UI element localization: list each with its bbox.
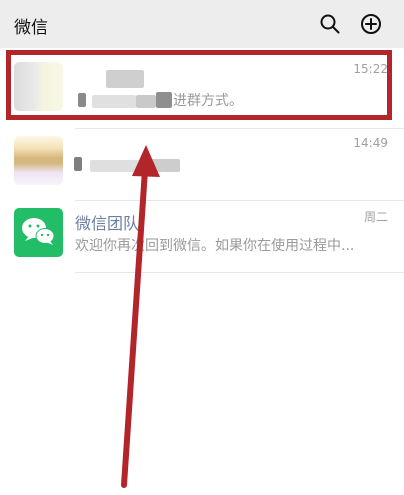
plus-circle-icon <box>359 12 383 36</box>
blurred-preview-part <box>145 159 180 172</box>
chat-preview: 欢迎你再次回到微信。如果你在使用过程中... <box>75 238 355 254</box>
chat-time: 15:22 <box>353 62 388 76</box>
page-title: 微信 <box>14 18 48 38</box>
chat-time: 14:49 <box>353 136 388 150</box>
chat-time: 周二 <box>363 210 388 224</box>
search-button[interactable] <box>318 12 342 36</box>
add-button[interactable] <box>359 12 383 36</box>
chat-list: 15:22 进群方式。 14:49 微信团队 周二 欢迎你再次回到微信。如果你在… <box>0 48 404 495</box>
blurred-preview-part <box>74 157 82 171</box>
avatar <box>14 136 63 185</box>
chat-preview: 进群方式。 <box>173 93 243 109</box>
chat-item[interactable]: 微信团队 周二 欢迎你再次回到微信。如果你在使用过程中... <box>0 198 404 274</box>
search-icon <box>318 12 342 36</box>
wechat-logo <box>14 208 63 257</box>
chat-item[interactable]: 14:49 <box>0 126 404 202</box>
blurred-preview-part <box>90 160 145 172</box>
app-header: 微信 <box>0 0 404 48</box>
chat-name: 微信团队 <box>75 214 140 233</box>
avatar <box>14 62 63 111</box>
blurred-name <box>106 70 144 88</box>
blurred-preview-part <box>78 93 86 107</box>
blurred-preview-part <box>156 92 172 108</box>
chat-item[interactable]: 15:22 进群方式。 <box>0 52 404 128</box>
blurred-preview-part <box>92 95 136 108</box>
blurred-preview-part <box>136 95 156 108</box>
divider <box>75 272 404 273</box>
